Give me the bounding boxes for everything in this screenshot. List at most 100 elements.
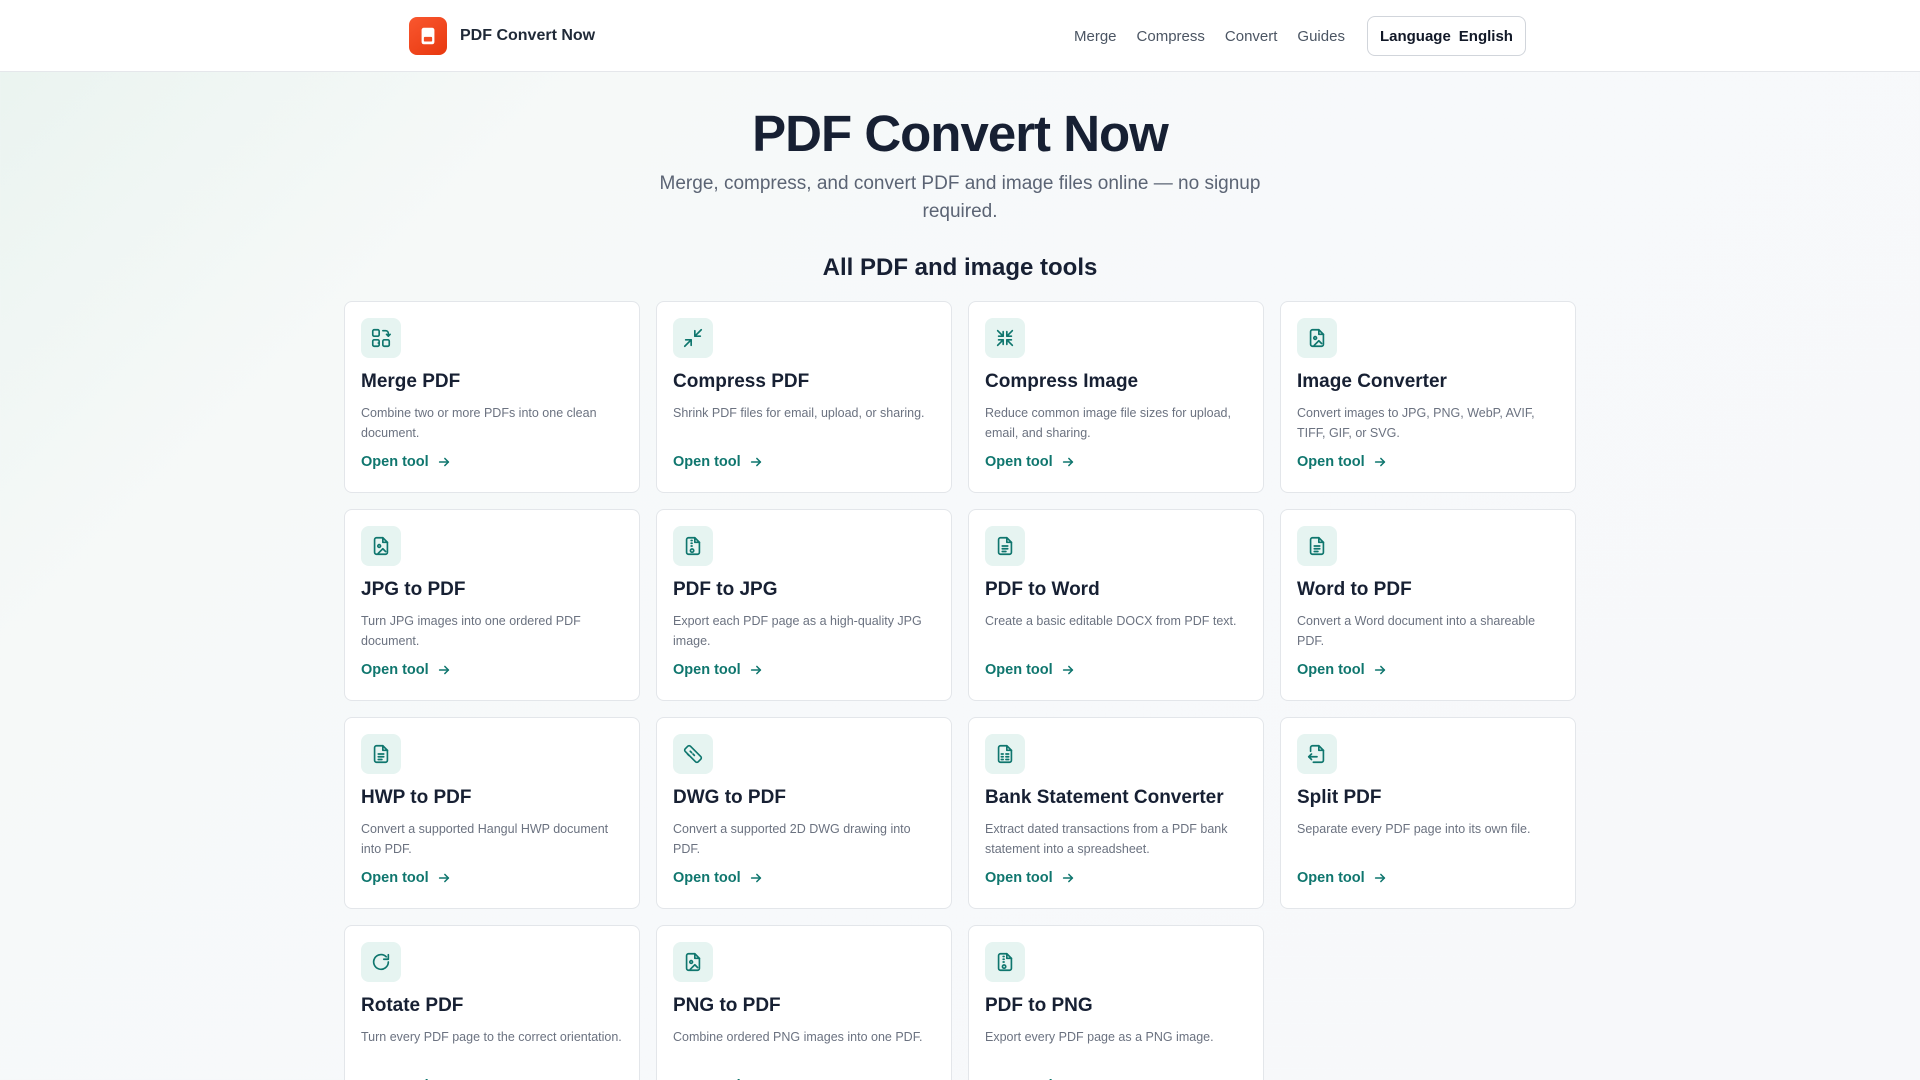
open-tool-link[interactable]: Open tool [673,870,763,886]
tool-description: Extract dated transactions from a PDF ba… [985,822,1228,856]
file-image-icon [361,526,401,566]
tool-card-pdf-to-png[interactable]: PDF to PNG Export every PDF page as a PNG… [968,925,1264,1080]
tool-card-jpg-to-pdf[interactable]: JPG to PDF Turn JPG images into one order… [344,509,640,701]
tool-title: Merge PDF [361,371,461,392]
nav-merge[interactable]: Merge [1074,28,1117,45]
file-output-icon [1297,734,1337,774]
nav-guides[interactable]: Guides [1297,28,1345,45]
arrow-right-icon [1053,455,1075,469]
tool-title: JPG to PDF [361,579,466,600]
tool-card-image-converter[interactable]: Image Converter Convert images to JPG, PN… [1280,301,1576,493]
file-text-icon [361,734,401,774]
tool-title: Split PDF [1297,787,1382,808]
open-tool-label: Open tool [1297,662,1365,678]
tool-description: Convert a supported 2D DWG drawing into … [673,822,911,856]
open-tool-link[interactable]: Open tool [361,870,451,886]
nav-convert[interactable]: Convert [1225,28,1278,45]
tool-card-word-to-pdf[interactable]: Word to PDF Convert a Word document into … [1280,509,1576,701]
tool-card-dwg-to-pdf[interactable]: DWG to PDF Convert a supported 2D DWG dra… [656,717,952,909]
nav-compress[interactable]: Compress [1137,28,1205,45]
open-tool-link[interactable]: Open tool [985,662,1075,678]
page-subtitle: Merge, compress, and convert PDF and ima… [659,173,1261,222]
language-value: English [1458,27,1513,45]
open-tool-label: Open tool [985,454,1053,470]
arrow-right-icon [1365,871,1387,885]
merge-icon [361,318,401,358]
tool-description: Turn every PDF page to the correct orien… [361,1030,622,1044]
tool-title: PDF to PNG [985,995,1093,1016]
tool-title: DWG to PDF [673,787,786,808]
arrow-right-icon [1053,663,1075,677]
tool-title: Rotate PDF [361,995,464,1016]
tools-grid: Merge PDF Combine two or more PDFs into o… [344,301,1576,1080]
open-tool-link[interactable]: Open tool [985,454,1075,470]
tool-card-bank-statement-converter[interactable]: Bank Statement Converter Extract dated tr… [968,717,1264,909]
arrow-right-icon [1053,871,1075,885]
tool-card-pdf-to-jpg[interactable]: PDF to JPG Export each PDF page as a high… [656,509,952,701]
tool-card-png-to-pdf[interactable]: PNG to PDF Combine ordered PNG images int… [656,925,952,1080]
brand-name: PDF Convert Now [460,27,596,44]
open-tool-link[interactable]: Open tool [673,662,763,678]
arrow-right-icon [429,455,451,469]
arrow-right-icon [429,871,451,885]
rotate-icon [361,942,401,982]
language-selector[interactable]: Language English [1366,16,1526,56]
brand-link[interactable]: PDF Convert Now [409,17,595,55]
file-archive-icon [985,942,1025,982]
tool-description: Convert a Word document into a shareable… [1297,614,1536,648]
file-image-icon [673,942,713,982]
shrink-arrows-icon [673,318,713,358]
tool-card-hwp-to-pdf[interactable]: HWP to PDF Convert a supported Hangul HWP… [344,717,640,909]
tool-card-split-pdf[interactable]: Split PDF Separate every PDF page into it… [1280,717,1576,909]
compress-arrows-icon [985,318,1025,358]
tool-description: Convert images to JPG, PNG, WebP, AVIF, … [1297,406,1535,440]
arrow-right-icon [429,663,451,677]
tool-card-merge-pdf[interactable]: Merge PDF Combine two or more PDFs into o… [344,301,640,493]
open-tool-link[interactable]: Open tool [361,662,451,678]
tool-card-rotate-pdf[interactable]: Rotate PDF Turn every PDF page to the cor… [344,925,640,1080]
tool-description: Convert a supported Hangul HWP document … [361,822,609,856]
file-text-icon [985,526,1025,566]
tool-description: Turn JPG images into one ordered PDF doc… [361,614,581,648]
open-tool-label: Open tool [1297,870,1365,886]
open-tool-link[interactable]: Open tool [985,870,1075,886]
language-label: Language [1379,27,1451,45]
open-tool-link[interactable]: Open tool [673,454,763,470]
open-tool-link[interactable]: Open tool [1297,454,1387,470]
top-navigation-bar: PDF Convert Now Merge Compress Convert G… [0,0,1920,72]
tool-card-compress-image[interactable]: Compress Image Reduce common image file s… [968,301,1264,493]
tool-title: PNG to PDF [673,995,781,1016]
file-text-icon [1297,526,1337,566]
tool-title: Compress Image [985,371,1139,392]
arrow-right-icon [1365,663,1387,677]
tool-title: Compress PDF [673,371,810,392]
tool-title: PDF to Word [985,579,1100,600]
tool-description: Export every PDF page as a PNG image. [985,1030,1214,1044]
tool-card-compress-pdf[interactable]: Compress PDF Shrink PDF files for email, … [656,301,952,493]
open-tool-link[interactable]: Open tool [1297,662,1387,678]
open-tool-label: Open tool [361,870,429,886]
section-title: All PDF and image tools [822,254,1098,281]
open-tool-link[interactable]: Open tool [361,454,451,470]
pdf-logo-icon [409,17,447,55]
tool-description: Reduce common image file sizes for uploa… [985,406,1231,440]
tool-card-pdf-to-word[interactable]: PDF to Word Create a basic editable DOCX … [968,509,1264,701]
file-archive-icon [673,526,713,566]
open-tool-label: Open tool [985,870,1053,886]
main-nav: Merge Compress Convert Guides Language E… [1074,16,1526,56]
tool-description: Create a basic editable DOCX from PDF te… [985,614,1237,628]
open-tool-link[interactable]: Open tool [1297,870,1387,886]
open-tool-label: Open tool [361,662,429,678]
tool-description: Separate every PDF page into its own fil… [1297,822,1531,836]
tool-description: Combine ordered PNG images into one PDF. [673,1030,923,1044]
tool-title: HWP to PDF [361,787,472,808]
arrow-right-icon [1365,455,1387,469]
arrow-right-icon [741,663,763,677]
tool-description: Shrink PDF files for email, upload, or s… [673,406,925,420]
tool-title: Image Converter [1297,371,1447,392]
tool-title: Word to PDF [1297,579,1412,600]
ruler-icon [673,734,713,774]
arrow-right-icon [741,455,763,469]
arrow-right-icon [741,871,763,885]
tool-description: Combine two or more PDFs into one clean … [361,406,597,440]
